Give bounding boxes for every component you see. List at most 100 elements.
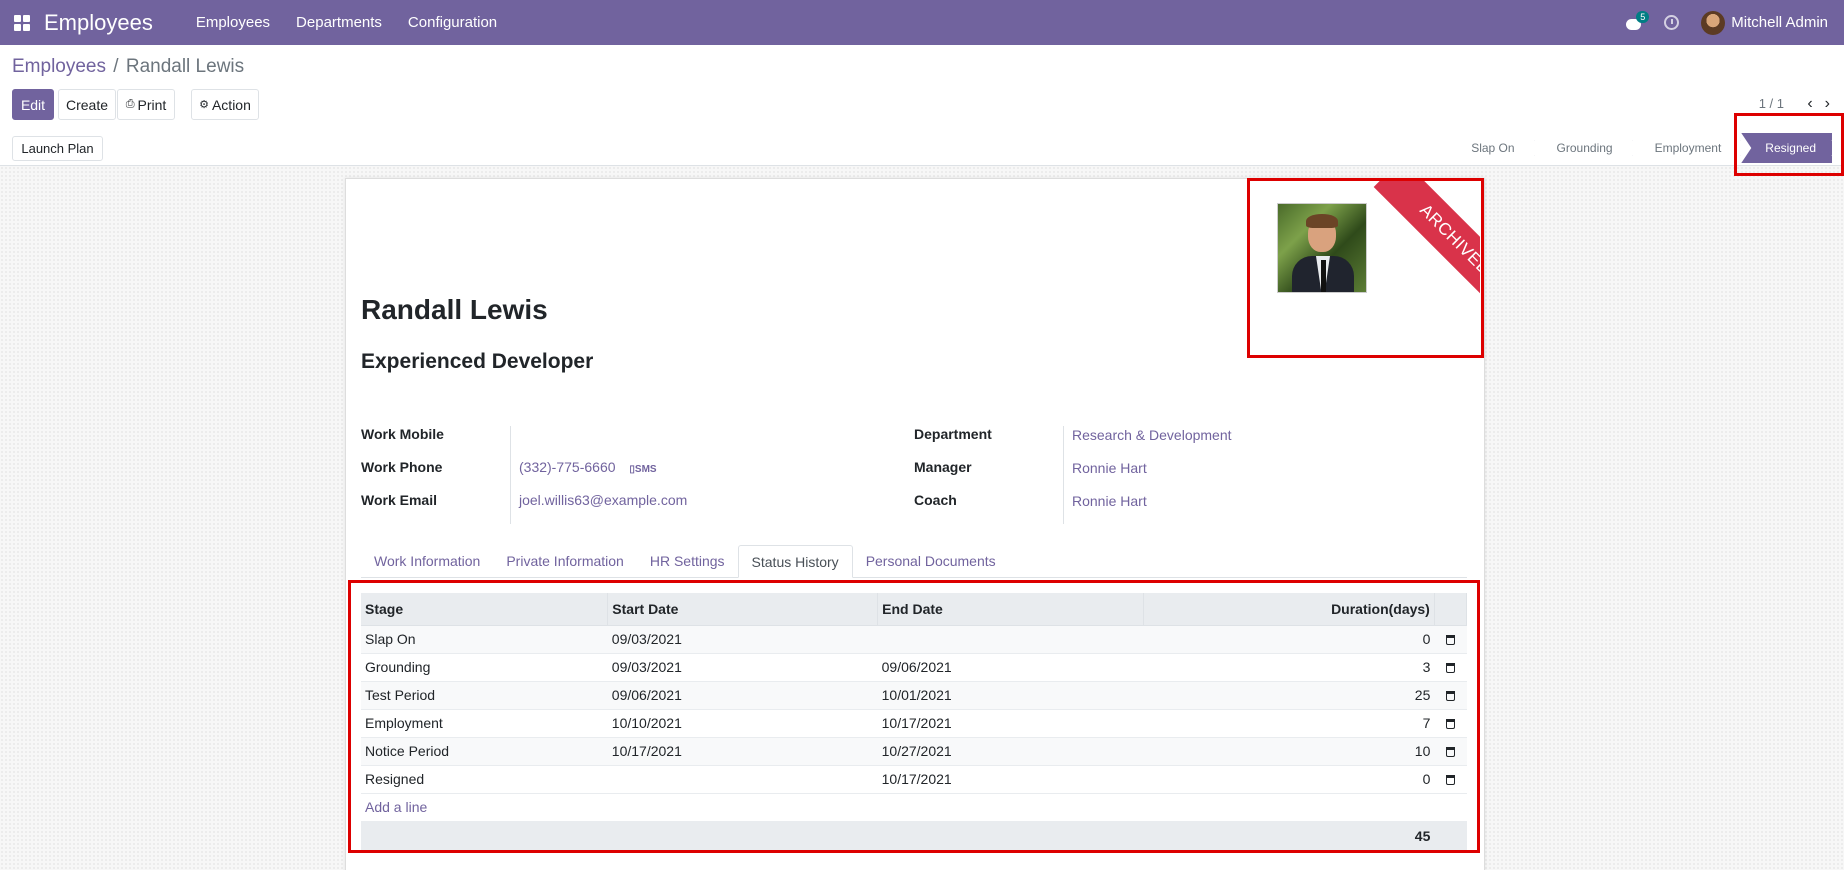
sms-button[interactable]: ▯SMS bbox=[629, 464, 656, 475]
menu-configuration[interactable]: Configuration bbox=[395, 0, 510, 45]
stage-employment[interactable]: Employment bbox=[1633, 133, 1742, 163]
cell-duration[interactable]: 3 bbox=[1143, 653, 1435, 682]
column-start-date[interactable]: Start Date bbox=[607, 593, 879, 626]
cell-duration[interactable]: 0 bbox=[1143, 765, 1435, 794]
trash-icon[interactable] bbox=[1445, 719, 1455, 729]
table-row[interactable]: Test Period 09/06/2021 10/01/2021 25 bbox=[361, 681, 1467, 710]
trash-icon[interactable] bbox=[1445, 635, 1455, 645]
cell-stage[interactable]: Notice Period bbox=[361, 737, 608, 766]
messaging-icon[interactable]: 5 bbox=[1624, 10, 1650, 33]
print-button[interactable]: ⎙ Print bbox=[117, 89, 175, 120]
cell-start-date[interactable] bbox=[607, 765, 878, 794]
cell-duration[interactable]: 7 bbox=[1143, 709, 1435, 738]
menu-employees[interactable]: Employees bbox=[183, 0, 283, 45]
trash-icon[interactable] bbox=[1445, 663, 1455, 673]
launch-plan-button[interactable]: Launch Plan bbox=[12, 136, 103, 161]
department-label: Department bbox=[914, 426, 992, 442]
cell-start-date[interactable]: 10/17/2021 bbox=[607, 737, 878, 766]
tab-personal-documents[interactable]: Personal Documents bbox=[853, 545, 1009, 578]
notebook-tabs: Work Information Private Information HR … bbox=[361, 545, 1009, 578]
stage-slap-on[interactable]: Slap On bbox=[1449, 133, 1535, 163]
breadcrumb-employees[interactable]: Employees bbox=[12, 56, 106, 77]
cell-stage[interactable]: Employment bbox=[361, 709, 608, 738]
column-actions bbox=[1434, 593, 1468, 626]
cell-stage[interactable]: Slap On bbox=[361, 625, 608, 654]
apps-menu-icon[interactable] bbox=[0, 0, 44, 45]
tab-hr-settings[interactable]: HR Settings bbox=[637, 545, 738, 578]
cell-duration[interactable]: 0 bbox=[1143, 625, 1435, 654]
table-row[interactable]: Employment 10/10/2021 10/17/2021 7 bbox=[361, 709, 1467, 738]
column-duration[interactable]: Duration(days) bbox=[1143, 593, 1435, 626]
table-row[interactable]: Resigned 10/17/2021 0 bbox=[361, 765, 1467, 794]
gear-icon: ⚙ bbox=[199, 99, 209, 111]
trash-icon[interactable] bbox=[1445, 747, 1455, 757]
cell-start-date[interactable]: 09/06/2021 bbox=[607, 681, 878, 710]
trash-icon[interactable] bbox=[1445, 775, 1455, 785]
cell-start-date[interactable]: 09/03/2021 bbox=[607, 653, 878, 682]
employee-job-title[interactable]: Experienced Developer bbox=[361, 350, 593, 374]
work-phone-label: Work Phone bbox=[361, 459, 443, 475]
field-divider-right bbox=[1063, 426, 1064, 524]
breadcrumb-separator: / bbox=[113, 56, 119, 77]
cell-stage[interactable]: Grounding bbox=[361, 653, 608, 682]
tab-status-history[interactable]: Status History bbox=[737, 545, 853, 578]
coach-field[interactable]: Ronnie Hart bbox=[1072, 493, 1147, 509]
trash-icon[interactable] bbox=[1445, 691, 1455, 701]
table-row[interactable]: Grounding 09/03/2021 09/06/2021 3 bbox=[361, 653, 1467, 682]
department-field[interactable]: Research & Development bbox=[1072, 427, 1232, 443]
menu-departments[interactable]: Departments bbox=[283, 0, 395, 45]
work-phone-value[interactable]: (332)-775-6660 bbox=[519, 459, 616, 475]
table-row[interactable]: Notice Period 10/17/2021 10/27/2021 10 bbox=[361, 737, 1467, 766]
breadcrumb-current: Randall Lewis bbox=[125, 56, 245, 77]
table-footer-row: 45 bbox=[361, 821, 1467, 852]
cell-stage[interactable]: Resigned bbox=[361, 765, 608, 794]
navbar-systray: 5 Mitchell Admin bbox=[1624, 0, 1844, 45]
table-header-row: Stage Start Date End Date Duration(days) bbox=[361, 593, 1468, 626]
status-history-table: Stage Start Date End Date Duration(days)… bbox=[361, 593, 1468, 852]
cell-start-date[interactable]: 09/03/2021 bbox=[607, 625, 878, 654]
app-title[interactable]: Employees bbox=[44, 10, 153, 36]
cell-end-date[interactable]: 10/17/2021 bbox=[877, 709, 1144, 738]
user-avatar[interactable] bbox=[1701, 10, 1726, 35]
action-label: Action bbox=[211, 96, 251, 113]
manager-label: Manager bbox=[914, 459, 972, 475]
print-label: Print bbox=[137, 96, 167, 113]
cell-duration[interactable]: 10 bbox=[1143, 737, 1435, 766]
work-email-label: Work Email bbox=[361, 492, 437, 508]
cell-end-date[interactable] bbox=[877, 625, 1144, 654]
pager-value[interactable]: 1 / 1 bbox=[1759, 96, 1784, 111]
pager-next-icon[interactable]: › bbox=[1825, 95, 1830, 113]
sms-label: SMS bbox=[634, 464, 657, 475]
user-menu[interactable]: Mitchell Admin bbox=[1731, 14, 1828, 31]
tab-work-information[interactable]: Work Information bbox=[361, 545, 493, 578]
work-email-field[interactable]: joel.willis63@example.com bbox=[519, 492, 687, 508]
edit-button[interactable]: Edit bbox=[12, 89, 54, 120]
add-line-link[interactable]: Add a line bbox=[365, 799, 427, 815]
column-stage[interactable]: Stage bbox=[361, 593, 609, 626]
cell-end-date[interactable]: 10/17/2021 bbox=[877, 765, 1144, 794]
employee-name[interactable]: Randall Lewis bbox=[361, 294, 548, 326]
cell-end-date[interactable]: 09/06/2021 bbox=[877, 653, 1144, 682]
main-menu: Employees Departments Configuration bbox=[183, 0, 510, 45]
cell-start-date[interactable]: 10/10/2021 bbox=[607, 709, 878, 738]
coach-label: Coach bbox=[914, 492, 957, 508]
cell-stage[interactable]: Test Period bbox=[361, 681, 608, 710]
work-phone-field[interactable]: (332)-775-6660 ▯SMS bbox=[519, 459, 657, 475]
manager-field[interactable]: Ronnie Hart bbox=[1072, 460, 1147, 476]
column-end-date[interactable]: End Date bbox=[877, 593, 1144, 626]
stage-pipeline: Slap On Grounding Employment Resigned bbox=[1449, 133, 1832, 163]
stage-resigned[interactable]: Resigned bbox=[1741, 133, 1832, 163]
cell-end-date[interactable]: 10/01/2021 bbox=[877, 681, 1144, 710]
archived-ribbon-container: ARCHIVED bbox=[1250, 180, 1480, 355]
table-row[interactable]: Slap On 09/03/2021 0 bbox=[361, 625, 1467, 654]
cell-duration[interactable]: 25 bbox=[1143, 681, 1435, 710]
activity-clock-icon[interactable] bbox=[1664, 15, 1680, 30]
stage-grounding[interactable]: Grounding bbox=[1535, 133, 1633, 163]
cell-end-date[interactable]: 10/27/2021 bbox=[877, 737, 1144, 766]
action-button[interactable]: ⚙ Action bbox=[191, 89, 259, 120]
work-mobile-label: Work Mobile bbox=[361, 426, 444, 442]
tab-private-information[interactable]: Private Information bbox=[493, 545, 637, 578]
create-button[interactable]: Create bbox=[58, 89, 116, 120]
pager-previous-icon[interactable]: ‹ bbox=[1807, 95, 1812, 113]
top-navbar: Employees Employees Departments Configur… bbox=[0, 0, 1844, 45]
